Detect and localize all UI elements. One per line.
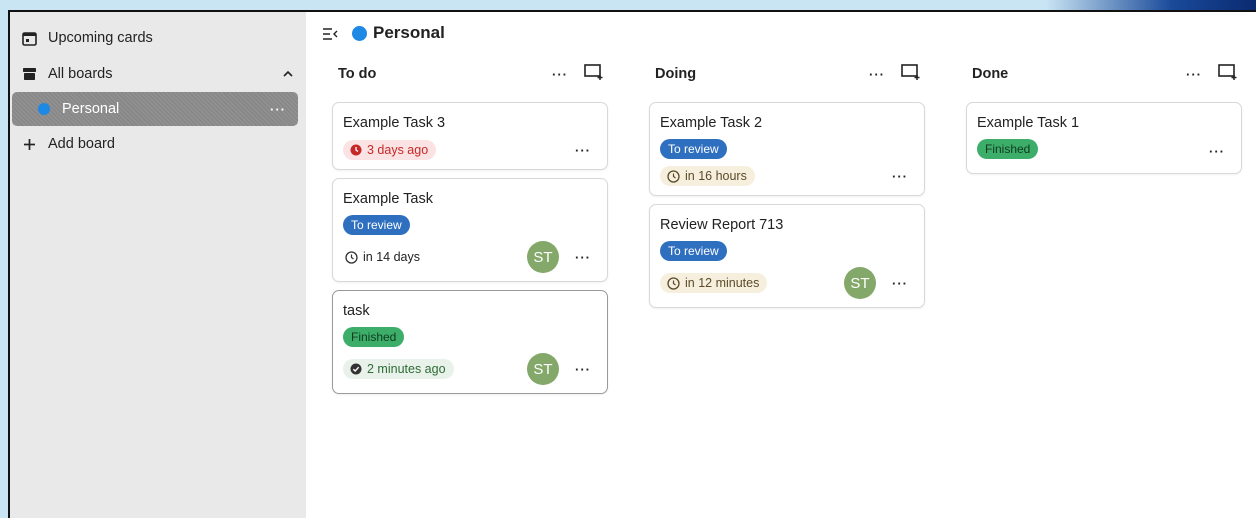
stack-title: Doing [655, 66, 697, 82]
sidebar-item-personal[interactable]: Personal ··· [12, 92, 298, 126]
due-date-badge: 3 days ago [343, 140, 437, 160]
card-title: Example Task 3 [343, 115, 446, 131]
avatar[interactable]: ST [527, 353, 559, 385]
board-header: Personal [322, 20, 445, 46]
due-date-badge: in 12 minutes [660, 273, 768, 293]
card-title: Example Task [343, 191, 433, 207]
toggle-sidebar-icon[interactable] [322, 26, 338, 40]
card[interactable]: Example Task 2 To review in 16 hours ··· [649, 102, 925, 196]
due-date-text: in 12 minutes [685, 276, 760, 290]
chevron-up-icon[interactable] [282, 66, 294, 82]
card-title: task [343, 303, 370, 319]
avatar[interactable]: ST [527, 241, 559, 273]
board-view: Personal To do ··· Example Task 3 3 days… [306, 12, 1256, 518]
sidebar-item-label: Personal [62, 101, 120, 117]
check-circle-icon [350, 363, 362, 375]
card-title: Example Task 2 [660, 115, 763, 131]
sidebar-item-label: Add board [48, 136, 115, 152]
card-menu-button[interactable]: ··· [1203, 144, 1231, 159]
avatar[interactable]: ST [844, 267, 876, 299]
stack-title: Done [972, 66, 1009, 82]
stack-column: To do ··· Example Task 3 3 days ago ··· … [332, 60, 610, 394]
card-menu-button[interactable]: ··· [569, 250, 597, 265]
due-date-badge: in 14 days [343, 247, 428, 267]
deck-app-window: Upcoming cards All boards Personal ··· A… [8, 10, 1256, 518]
board-menu-button[interactable]: ··· [270, 103, 286, 116]
stack-menu-button[interactable]: ··· [552, 68, 568, 81]
label-tag: Finished [343, 327, 405, 347]
label-tag: To review [660, 241, 727, 261]
stack-menu-button[interactable]: ··· [869, 68, 885, 81]
archive-icon [20, 65, 38, 83]
sidebar-item-add-board[interactable]: Add board [10, 126, 306, 162]
card-title: Review Report 713 [660, 217, 784, 233]
add-card-icon[interactable] [901, 64, 921, 84]
overdue-clock-icon [350, 144, 362, 156]
sidebar-item-label: All boards [48, 66, 113, 82]
label-tag: Finished [977, 139, 1039, 159]
label-tag: To review [343, 215, 410, 235]
due-date-badge: in 16 hours [660, 166, 755, 186]
done-date-badge: 2 minutes ago [343, 359, 454, 379]
plus-icon [20, 135, 38, 153]
card-menu-button[interactable]: ··· [569, 143, 597, 158]
due-date-text: in 16 hours [685, 169, 747, 183]
clock-icon [345, 250, 358, 264]
card[interactable]: Example Task 3 3 days ago ··· [332, 102, 608, 170]
card[interactable]: Example Task 1 Finished ··· [966, 102, 1242, 174]
board-title: Personal [373, 23, 445, 42]
card-menu-button[interactable]: ··· [886, 276, 914, 291]
stack-column: Doing ··· Example Task 2 To review in 16… [649, 60, 927, 308]
board-color-dot [38, 103, 50, 115]
stack-column: Done ··· Example Task 1 Finished ··· [966, 60, 1244, 174]
stack-header: To do ··· [332, 60, 610, 88]
due-date-text: 3 days ago [367, 143, 429, 157]
stack-menu-button[interactable]: ··· [1186, 68, 1202, 81]
clock-icon [667, 169, 680, 183]
sidebar-item-upcoming-cards[interactable]: Upcoming cards [10, 20, 306, 56]
stack-header: Done ··· [966, 60, 1244, 88]
due-date-text: 2 minutes ago [367, 362, 446, 376]
sidebar-item-label: Upcoming cards [48, 30, 153, 46]
calendar-icon [20, 29, 38, 47]
due-date-text: in 14 days [363, 250, 420, 264]
add-card-icon[interactable] [584, 64, 604, 84]
card-title: Example Task 1 [977, 115, 1080, 131]
board-color-dot [352, 25, 367, 41]
add-card-icon[interactable] [1218, 64, 1238, 84]
clock-icon [667, 276, 680, 290]
stack-title: To do [338, 66, 377, 82]
card-menu-button[interactable]: ··· [886, 169, 914, 184]
sidebar-item-all-boards[interactable]: All boards [10, 56, 306, 92]
label-tag: To review [660, 139, 727, 159]
card-menu-button[interactable]: ··· [569, 362, 597, 377]
sidebar: Upcoming cards All boards Personal ··· A… [10, 12, 306, 518]
card[interactable]: Review Report 713 To review in 12 minute… [649, 204, 925, 308]
stack-header: Doing ··· [649, 60, 927, 88]
card[interactable]: task Finished 2 minutes ago ST ··· [332, 290, 608, 394]
card[interactable]: Example Task To review in 14 days ST ··· [332, 178, 608, 282]
